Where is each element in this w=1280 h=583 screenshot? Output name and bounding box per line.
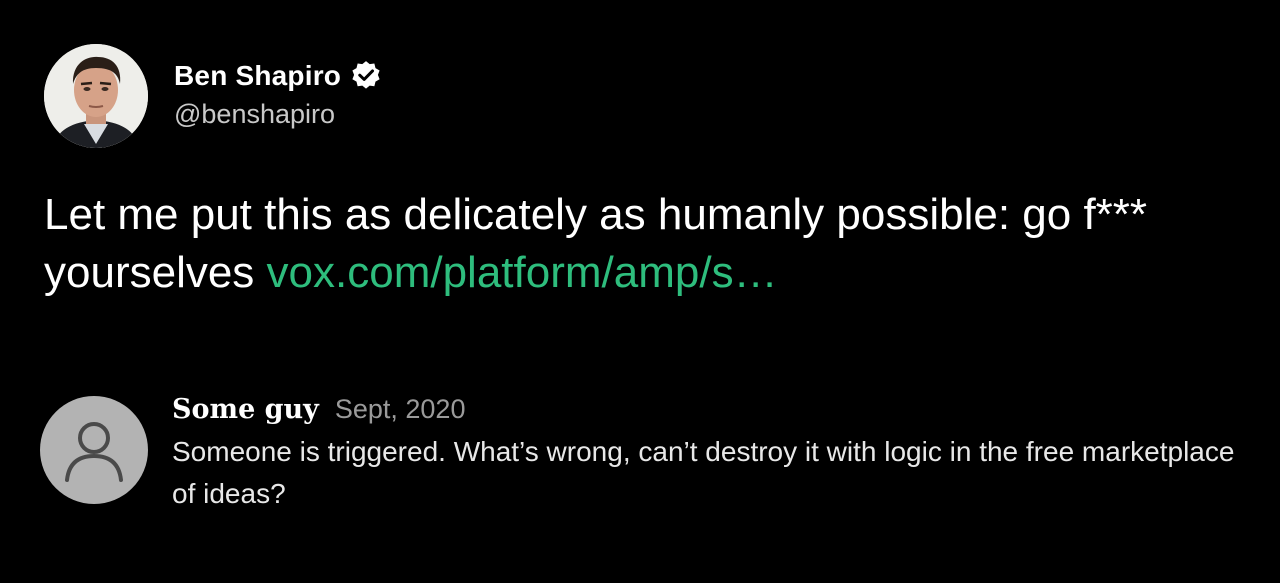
verified-badge-icon — [349, 59, 383, 93]
author-handle[interactable]: @benshapiro — [174, 99, 383, 130]
tweet-link[interactable]: vox.com/platform/amp/s… — [267, 248, 778, 297]
tweet-author: Ben Shapiro @benshapiro — [44, 44, 383, 148]
reply-date: Sept, 2020 — [334, 394, 466, 424]
reply-meta: Some guy Sept, 2020 — [172, 394, 1252, 425]
author-info: Ben Shapiro @benshapiro — [174, 59, 383, 130]
author-avatar[interactable] — [44, 44, 148, 148]
tweet-card: Ben Shapiro @benshapiro Let me put this … — [0, 0, 1280, 583]
author-name[interactable]: Ben Shapiro — [174, 60, 341, 92]
reply-text: Someone is triggered. What’s wrong, can’… — [172, 436, 1235, 509]
tweet-text: Let me put this as delicately as humanly… — [44, 186, 1254, 302]
reply-author-name[interactable]: Some guy — [172, 394, 319, 425]
author-avatar-image — [44, 44, 148, 148]
author-name-row: Ben Shapiro — [174, 59, 383, 93]
default-user-icon[interactable] — [40, 396, 148, 504]
reply-body: Some guy Sept, 2020 Someone is triggered… — [172, 394, 1252, 515]
reply-comment: Some guy Sept, 2020 Someone is triggered… — [40, 394, 1252, 515]
